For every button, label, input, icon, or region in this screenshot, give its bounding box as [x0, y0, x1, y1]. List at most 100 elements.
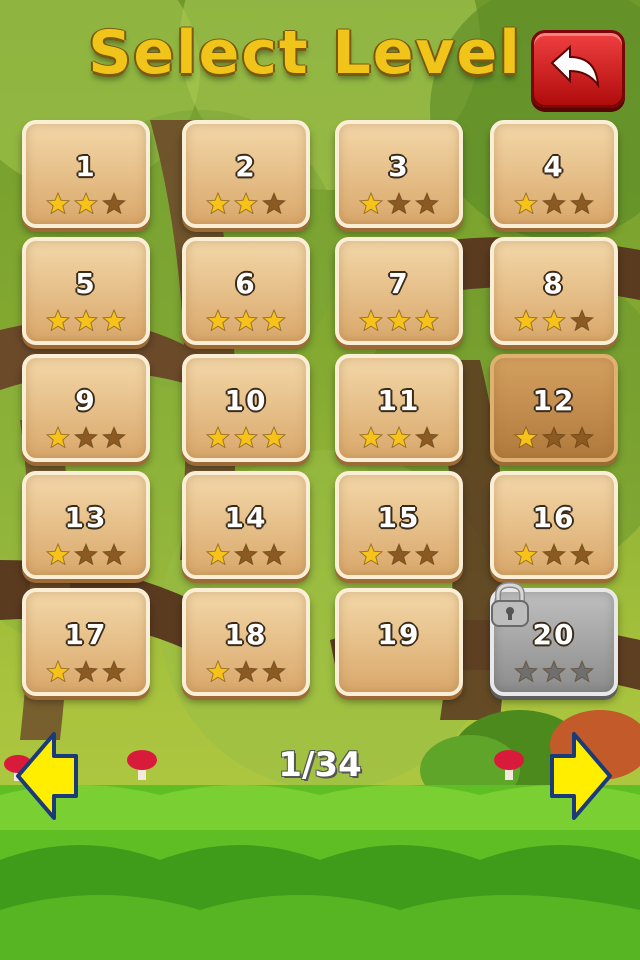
level-tile[interactable]: 19 — [335, 588, 463, 696]
star-filled-icon — [233, 191, 259, 218]
star-rating — [494, 659, 614, 686]
level-number: 9 — [75, 384, 97, 417]
game-screen: Select Level 1 2 3 4 5 6 7 8 9 10 11 12 13 14 15 16 17 18… — [0, 0, 640, 960]
level-tile[interactable]: 1 — [22, 120, 150, 228]
level-tile[interactable]: 10 — [182, 354, 310, 462]
star-filled-icon — [73, 308, 99, 335]
level-number: 13 — [64, 501, 108, 534]
star-empty-icon — [101, 542, 127, 569]
level-number: 18 — [224, 618, 268, 651]
star-rating — [339, 425, 459, 452]
star-empty-icon — [73, 425, 99, 452]
level-number: 10 — [224, 384, 268, 417]
star-empty-icon — [233, 659, 259, 686]
star-filled-icon — [414, 308, 440, 335]
star-filled-icon — [45, 659, 71, 686]
star-empty-icon — [386, 542, 412, 569]
star-empty-icon — [414, 542, 440, 569]
star-empty-icon — [541, 425, 567, 452]
star-filled-icon — [513, 191, 539, 218]
back-arrow-icon — [550, 44, 600, 89]
star-rating — [339, 191, 459, 218]
level-number: 15 — [377, 501, 421, 534]
level-tile[interactable]: 6 — [182, 237, 310, 345]
star-rating — [494, 308, 614, 335]
star-filled-icon — [233, 308, 259, 335]
star-empty-icon — [261, 191, 287, 218]
level-number: 6 — [235, 267, 257, 300]
level-tile[interactable]: 4 — [490, 120, 618, 228]
page-indicator: 1/34 — [278, 745, 362, 785]
star-rating — [186, 425, 306, 452]
next-page-button[interactable] — [548, 728, 614, 824]
star-filled-icon — [358, 425, 384, 452]
previous-page-button[interactable] — [14, 728, 80, 824]
star-empty-icon — [569, 191, 595, 218]
star-filled-icon — [205, 659, 231, 686]
level-tile[interactable]: 9 — [22, 354, 150, 462]
star-filled-icon — [261, 308, 287, 335]
back-button[interactable] — [531, 30, 625, 108]
star-filled-icon — [45, 425, 71, 452]
level-tile[interactable]: 13 — [22, 471, 150, 579]
padlock-icon — [491, 582, 529, 627]
right-arrow-icon — [550, 732, 612, 820]
star-rating — [26, 308, 146, 335]
level-number: 5 — [75, 267, 97, 300]
level-tile[interactable]: 15 — [335, 471, 463, 579]
star-rating — [26, 425, 146, 452]
level-tile[interactable]: 11 — [335, 354, 463, 462]
level-number: 3 — [388, 150, 410, 183]
star-empty-icon — [386, 191, 412, 218]
level-number: 1 — [75, 150, 97, 183]
star-empty-icon — [101, 425, 127, 452]
star-empty-icon — [261, 659, 287, 686]
star-filled-icon — [386, 425, 412, 452]
level-tile[interactable]: 2 — [182, 120, 310, 228]
left-arrow-icon — [16, 732, 78, 820]
star-empty-icon — [101, 659, 127, 686]
level-tile[interactable]: 5 — [22, 237, 150, 345]
star-empty-icon — [541, 542, 567, 569]
star-empty-icon — [414, 425, 440, 452]
star-filled-icon — [358, 191, 384, 218]
star-rating — [494, 542, 614, 569]
star-filled-icon — [386, 308, 412, 335]
level-number: 8 — [543, 267, 565, 300]
level-number: 12 — [532, 384, 576, 417]
star-filled-icon — [73, 191, 99, 218]
level-tile[interactable]: 8 — [490, 237, 618, 345]
star-empty-icon — [569, 308, 595, 335]
star-filled-icon — [45, 542, 71, 569]
star-filled-icon — [101, 308, 127, 335]
star-rating — [186, 308, 306, 335]
level-number: 11 — [377, 384, 421, 417]
star-rating — [26, 191, 146, 218]
star-filled-icon — [205, 425, 231, 452]
star-empty-icon — [569, 659, 595, 686]
level-number: 17 — [64, 618, 108, 651]
star-empty-icon — [541, 191, 567, 218]
level-tile[interactable]: 16 — [490, 471, 618, 579]
level-number: 19 — [377, 618, 421, 651]
level-number: 2 — [235, 150, 257, 183]
star-rating — [186, 542, 306, 569]
star-filled-icon — [205, 542, 231, 569]
star-empty-icon — [233, 542, 259, 569]
star-filled-icon — [513, 308, 539, 335]
page-title: Select Level — [88, 18, 522, 88]
star-rating — [26, 659, 146, 686]
star-rating — [339, 542, 459, 569]
level-tile[interactable]: 7 — [335, 237, 463, 345]
level-tile[interactable]: 18 — [182, 588, 310, 696]
star-filled-icon — [261, 425, 287, 452]
level-tile[interactable]: 17 — [22, 588, 150, 696]
level-number: 16 — [532, 501, 576, 534]
level-tile[interactable]: 3 — [335, 120, 463, 228]
level-tile[interactable]: 14 — [182, 471, 310, 579]
star-rating — [186, 659, 306, 686]
star-filled-icon — [541, 308, 567, 335]
level-tile[interactable]: 12 — [490, 354, 618, 462]
star-filled-icon — [45, 191, 71, 218]
star-rating — [186, 191, 306, 218]
